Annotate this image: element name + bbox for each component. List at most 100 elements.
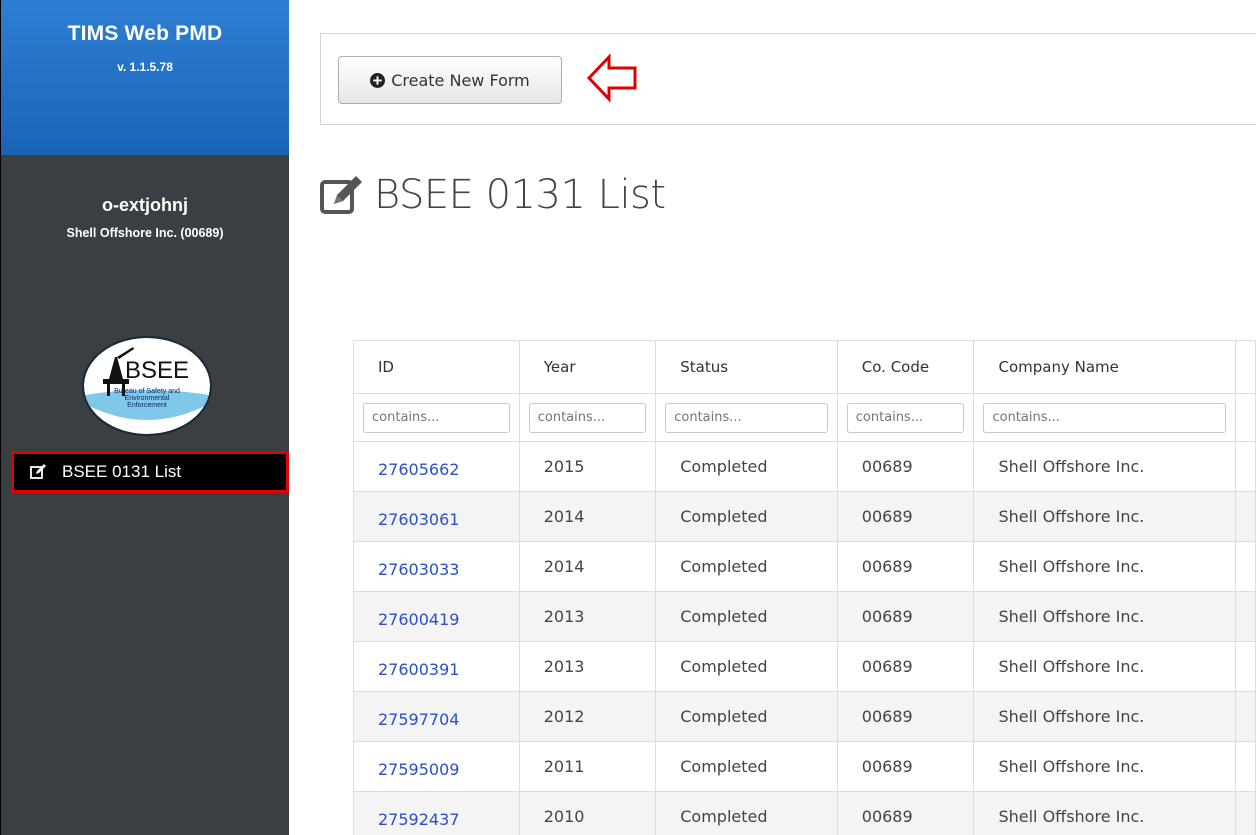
sidebar: TIMS Web PMD v. 1.1.5.78 o-extjohnj Shel… xyxy=(0,0,289,835)
cell-co-code: 00689 xyxy=(836,641,975,692)
cell-company-name: Shell Offshore Inc. xyxy=(973,491,1236,542)
cell-co-code: 00689 xyxy=(836,591,975,642)
plus-circle-icon xyxy=(370,72,386,88)
cell-co-code: 00689 xyxy=(836,741,975,792)
column-header-status[interactable]: Status xyxy=(655,340,838,394)
table-row[interactable]: 27603033 2014 Completed 00689 Shell Offshore… xyxy=(353,541,1256,592)
table-body: 27605662 2015 Completed 00689 Shell Offshore… xyxy=(353,441,1256,835)
user-company: Shell Offshore Inc. (00689) xyxy=(66,226,224,240)
table-header-row: ID Year Status Co. Code Company Name xyxy=(353,340,1256,394)
column-header-year[interactable]: Year xyxy=(518,340,657,394)
cell-year: 2012 xyxy=(518,691,657,742)
filter-cell-id xyxy=(353,393,520,442)
form-id-link[interactable]: 27603061 xyxy=(353,491,520,542)
form-id-link[interactable]: 27603033 xyxy=(353,541,520,592)
cell-status: Completed xyxy=(655,491,838,542)
toolbar: Create New Form xyxy=(320,33,1256,125)
cell-co-code: 00689 xyxy=(836,691,975,742)
bsee-logo-graphic: BSEE Bureau of Safety and Environmental … xyxy=(82,336,212,436)
cell-status: Completed xyxy=(655,741,838,792)
cell-overflow xyxy=(1234,441,1256,492)
cell-company-name: Shell Offshore Inc. xyxy=(973,641,1236,692)
cell-overflow xyxy=(1234,791,1256,835)
filter-cell-status xyxy=(655,393,838,442)
create-new-form-label: Create New Form xyxy=(391,70,530,90)
cell-overflow xyxy=(1234,691,1256,742)
filter-cell-co-code xyxy=(836,393,975,442)
table-filter-row xyxy=(353,393,1256,442)
cell-co-code: 00689 xyxy=(836,491,975,542)
logo-subtitle-2: Environmental xyxy=(125,395,170,402)
column-header-company-name[interactable]: Company Name xyxy=(973,340,1236,394)
cell-overflow xyxy=(1234,491,1256,542)
filter-cell-overflow xyxy=(1234,393,1256,442)
form-id-link[interactable]: 27600391 xyxy=(353,641,520,692)
cell-year: 2011 xyxy=(518,741,657,792)
cell-year: 2013 xyxy=(518,591,657,642)
cell-overflow xyxy=(1234,741,1256,792)
cell-year: 2013 xyxy=(518,641,657,692)
create-new-form-button[interactable]: Create New Form xyxy=(338,56,562,104)
filter-input-co-code[interactable] xyxy=(846,402,965,433)
logo-subtitle-3: Enforcement xyxy=(127,402,167,409)
bsee-logo: BSEE Bureau of Safety and Environmental … xyxy=(81,335,213,437)
cell-status: Completed xyxy=(655,441,838,492)
sidebar-item-bsee-0131-list[interactable]: BSEE 0131 List xyxy=(11,451,289,493)
table-row[interactable]: 27592437 2010 Completed 00689 Shell Offshore… xyxy=(353,791,1256,835)
cell-status: Completed xyxy=(655,791,838,835)
cell-co-code: 00689 xyxy=(836,791,975,835)
cell-year: 2014 xyxy=(518,491,657,542)
sidebar-item-label: BSEE 0131 List xyxy=(62,462,182,481)
app-title: TIMS Web PMD xyxy=(67,22,223,45)
page-title: BSEE 0131 List xyxy=(320,165,666,225)
cell-status: Completed xyxy=(655,591,838,642)
table-row[interactable]: 27600419 2013 Completed 00689 Shell Offshore… xyxy=(353,591,1256,642)
cell-status: Completed xyxy=(655,541,838,592)
page-title-text: BSEE 0131 List xyxy=(374,172,666,218)
cell-status: Completed xyxy=(655,691,838,742)
annotation-arrow-icon xyxy=(586,53,637,103)
logo-subtitle-1: Bureau of Safety and xyxy=(114,388,180,395)
filter-cell-company-name xyxy=(973,393,1236,442)
cell-year: 2014 xyxy=(518,541,657,592)
cell-year: 2010 xyxy=(518,791,657,835)
form-id-link[interactable]: 27605662 xyxy=(353,441,520,492)
cell-co-code: 00689 xyxy=(836,541,975,592)
filter-input-status[interactable] xyxy=(665,402,828,433)
cell-overflow xyxy=(1234,641,1256,692)
cell-company-name: Shell Offshore Inc. xyxy=(973,591,1236,642)
filter-cell-year xyxy=(518,393,657,442)
edit-icon xyxy=(320,176,362,214)
table-row[interactable]: 27605662 2015 Completed 00689 Shell Offshore… xyxy=(353,441,1256,492)
form-id-link[interactable]: 27595009 xyxy=(353,741,520,792)
column-header-co-code[interactable]: Co. Code xyxy=(836,340,975,394)
table-row[interactable]: 27597704 2012 Completed 00689 Shell Offshore… xyxy=(353,691,1256,742)
filter-input-year[interactable] xyxy=(528,402,647,433)
cell-overflow xyxy=(1234,591,1256,642)
cell-status: Completed xyxy=(655,641,838,692)
cell-year: 2015 xyxy=(518,441,657,492)
table-row[interactable]: 27603061 2014 Completed 00689 Shell Offshore… xyxy=(353,491,1256,542)
filter-input-id[interactable] xyxy=(363,402,510,433)
form-id-link[interactable]: 27600419 xyxy=(353,591,520,642)
cell-overflow xyxy=(1234,541,1256,592)
cell-company-name: Shell Offshore Inc. xyxy=(973,691,1236,742)
brand-header: TIMS Web PMD v. 1.1.5.78 xyxy=(1,0,289,155)
bsee-0131-table: ID Year Status Co. Code Company Name 276… xyxy=(353,340,1256,835)
form-id-link[interactable]: 27597704 xyxy=(353,691,520,742)
cell-company-name: Shell Offshore Inc. xyxy=(973,441,1236,492)
table-row[interactable]: 27595009 2011 Completed 00689 Shell Offshore… xyxy=(353,741,1256,792)
app-version: v. 1.1.5.78 xyxy=(117,60,173,74)
cell-company-name: Shell Offshore Inc. xyxy=(973,541,1236,592)
edit-icon xyxy=(30,464,46,479)
logo-text: BSEE xyxy=(125,357,189,384)
username: o-extjohnj xyxy=(102,195,188,215)
table-row[interactable]: 27600391 2013 Completed 00689 Shell Offshore… xyxy=(353,641,1256,692)
filter-input-company-name[interactable] xyxy=(983,402,1226,433)
cell-company-name: Shell Offshore Inc. xyxy=(973,741,1236,792)
column-header-overflow xyxy=(1234,340,1256,394)
cell-co-code: 00689 xyxy=(836,441,975,492)
user-info: o-extjohnj Shell Offshore Inc. (00689) xyxy=(1,155,289,315)
column-header-id[interactable]: ID xyxy=(353,340,520,394)
form-id-link[interactable]: 27592437 xyxy=(353,791,520,835)
